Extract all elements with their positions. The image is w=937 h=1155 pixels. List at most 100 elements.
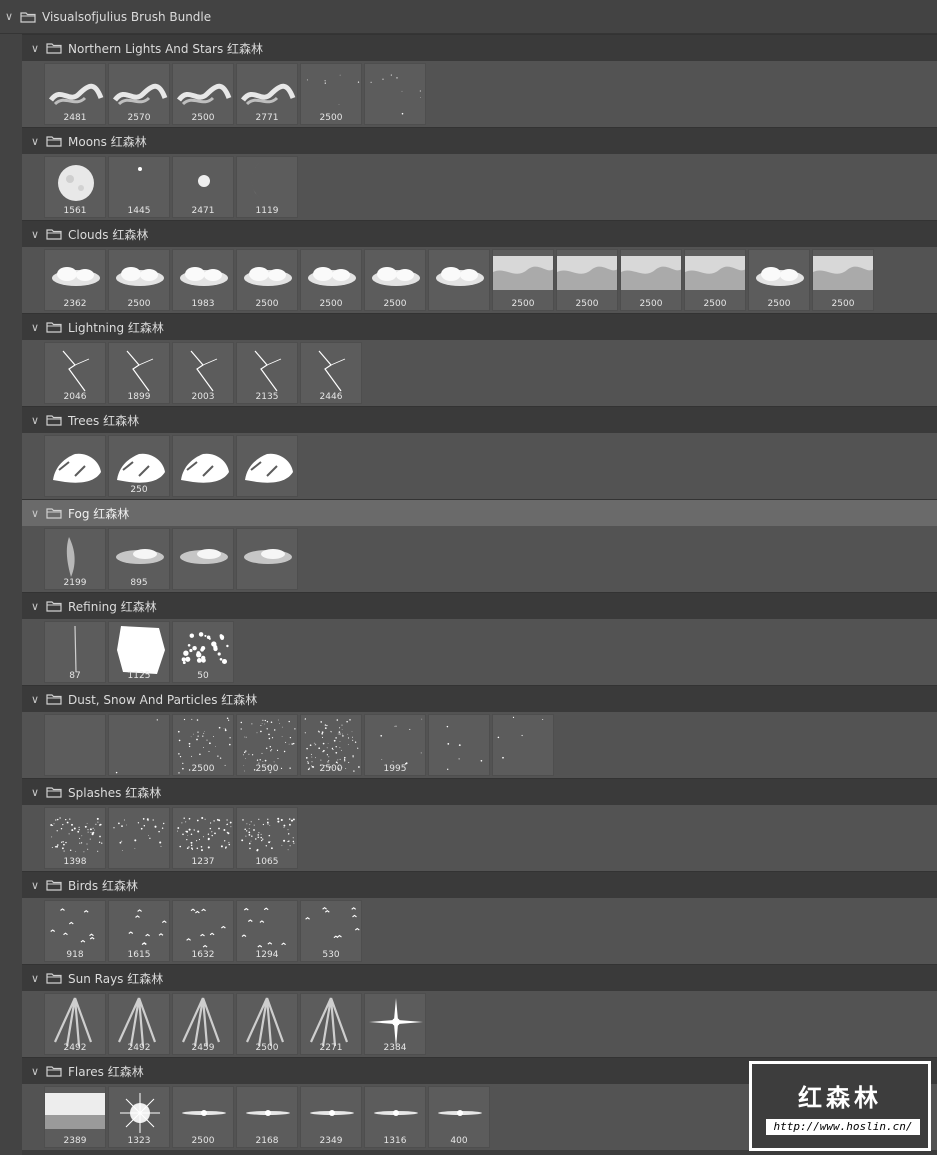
brush-preset-tile[interactable]: 1445	[108, 156, 170, 218]
chevron-down-icon[interactable]: ∨	[26, 135, 44, 148]
chevron-down-icon[interactable]: ∨	[26, 228, 44, 241]
group-header[interactable]: ∨ Sun Rays 红森林	[22, 964, 937, 991]
brush-preset-tile[interactable]: 1065	[236, 807, 298, 869]
brush-preset-tile[interactable]: 2500	[172, 714, 234, 776]
brush-preset-tile[interactable]: 2271	[300, 993, 362, 1055]
brush-preset-tile[interactable]: 2500	[108, 249, 170, 311]
brush-preset-tile[interactable]	[428, 714, 490, 776]
brush-preset-tile[interactable]: 87	[44, 621, 106, 683]
brush-size-label: 2199	[63, 578, 87, 588]
brush-size-label: 2349	[319, 1136, 343, 1146]
chevron-down-icon[interactable]: ∨	[26, 693, 44, 706]
chevron-down-icon[interactable]: ∨	[26, 414, 44, 427]
brush-preset-tile[interactable]: 400	[428, 1086, 490, 1148]
folder-icon	[46, 415, 62, 426]
chevron-down-icon[interactable]: ∨	[26, 507, 44, 520]
group-header[interactable]: ∨ Fog 红森林	[22, 499, 937, 526]
brush-preset-tile[interactable]: 2500	[812, 249, 874, 311]
brush-preset-tile[interactable]: 895	[108, 528, 170, 590]
brush-preset-tile[interactable]: 1237	[172, 807, 234, 869]
brush-preset-tile[interactable]: 1983	[172, 249, 234, 311]
brush-size-label: 1119	[255, 206, 279, 216]
brush-preset-tile[interactable]: 1316	[364, 1086, 426, 1148]
group-header[interactable]: ∨ Trees 红森林	[22, 406, 937, 433]
brush-preset-tile[interactable]: 2500	[236, 993, 298, 1055]
brush-preset-tile[interactable]: 2500	[300, 63, 362, 125]
brush-preset-tile[interactable]: 918	[44, 900, 106, 962]
brush-preset-tile[interactable]: 2500	[172, 1086, 234, 1148]
root-folder-row[interactable]: ∨ Visualsofjulius Brush Bundle	[0, 0, 937, 34]
chevron-down-icon[interactable]: ∨	[26, 321, 44, 334]
brush-preset-tile[interactable]	[172, 528, 234, 590]
chevron-down-icon[interactable]: ∨	[26, 42, 44, 55]
chevron-down-icon[interactable]: ∨	[26, 972, 44, 985]
group-header[interactable]: ∨ Clouds 红森林	[22, 220, 937, 247]
brush-size-label: 2500	[767, 299, 791, 309]
brush-preset-tile[interactable]: 1632	[172, 900, 234, 962]
group-header[interactable]: ∨ Splashes 红森林	[22, 778, 937, 805]
brush-preset-tile[interactable]	[492, 714, 554, 776]
brush-preset-tile[interactable]: 2570	[108, 63, 170, 125]
brush-preset-tile[interactable]	[236, 435, 298, 497]
chevron-down-icon[interactable]: ∨	[26, 1065, 44, 1078]
brush-preset-tile[interactable]	[108, 714, 170, 776]
brush-preset-tile[interactable]: 1125	[108, 621, 170, 683]
brush-preset-tile[interactable]: 1119	[236, 156, 298, 218]
brush-preset-tile[interactable]: 2349	[300, 1086, 362, 1148]
group-header[interactable]: ∨ Birds 红森林	[22, 871, 937, 898]
brush-preset-tile[interactable]: 2471	[172, 156, 234, 218]
brush-preset-tile[interactable]	[428, 249, 490, 311]
group-header[interactable]: ∨ Moons 红森林	[22, 127, 937, 154]
brush-preset-tile[interactable]: 2500	[172, 63, 234, 125]
brush-preset-tile[interactable]	[236, 528, 298, 590]
brush-preset-tile[interactable]: 2389	[44, 1086, 106, 1148]
brush-preset-tile[interactable]: 2492	[108, 993, 170, 1055]
brush-preset-tile[interactable]: 2771	[236, 63, 298, 125]
brush-preset-tile[interactable]: 2500	[492, 249, 554, 311]
brush-preset-tile[interactable]: 2046	[44, 342, 106, 404]
brush-preset-tile[interactable]: 1323	[108, 1086, 170, 1148]
chevron-down-icon[interactable]: ∨	[26, 879, 44, 892]
brush-preset-tile[interactable]: 2362	[44, 249, 106, 311]
brush-preset-tile[interactable]: 2500	[556, 249, 618, 311]
brush-preset-tile[interactable]: 250	[108, 435, 170, 497]
group-header[interactable]: ∨ Dust, Snow And Particles 红森林	[22, 685, 937, 712]
group-header[interactable]: ∨ Refining 红森林	[22, 592, 937, 619]
brush-preset-tile[interactable]: 2384	[364, 993, 426, 1055]
brush-preset-tile[interactable]: 2500	[748, 249, 810, 311]
brush-preset-tile[interactable]: 2003	[172, 342, 234, 404]
brush-preset-tile[interactable]: 2446	[300, 342, 362, 404]
chevron-down-icon[interactable]: ∨	[26, 786, 44, 799]
brush-preset-tile[interactable]: 530	[300, 900, 362, 962]
brush-preset-tile[interactable]: 1294	[236, 900, 298, 962]
brush-preset-tile[interactable]: 1899	[108, 342, 170, 404]
brush-preset-tile[interactable]: 2459	[172, 993, 234, 1055]
brush-preset-tile[interactable]: 2492	[44, 993, 106, 1055]
chevron-down-icon[interactable]: ∨	[26, 600, 44, 613]
brush-preset-tile[interactable]	[364, 63, 426, 125]
chevron-down-icon[interactable]: ∨	[0, 10, 18, 23]
brush-preset-tile[interactable]: 2500	[300, 249, 362, 311]
brush-preset-tile[interactable]: 2500	[236, 249, 298, 311]
brush-preset-tile[interactable]: 2199	[44, 528, 106, 590]
brush-preset-tile[interactable]: 1615	[108, 900, 170, 962]
brush-preset-tile[interactable]: 2481	[44, 63, 106, 125]
brush-preset-tile[interactable]	[172, 435, 234, 497]
group-header[interactable]: ∨ Northern Lights And Stars 红森林	[22, 34, 937, 61]
brush-preset-tile[interactable]: 2500	[236, 714, 298, 776]
brush-preset-tile[interactable]	[44, 714, 106, 776]
brush-preset-tile[interactable]: 2500	[620, 249, 682, 311]
brush-preset-tile[interactable]: 50	[172, 621, 234, 683]
brush-preset-tile[interactable]	[44, 435, 106, 497]
brush-preset-tile[interactable]: 1561	[44, 156, 106, 218]
brush-preset-tile[interactable]: 2500	[300, 714, 362, 776]
brush-preset-tile[interactable]: 2135	[236, 342, 298, 404]
brush-preset-tile[interactable]: 1398	[44, 807, 106, 869]
brush-preset-tile[interactable]: 2500	[684, 249, 746, 311]
brush-preset-tile[interactable]: 2500	[364, 249, 426, 311]
brush-preset-tile[interactable]: 1995	[364, 714, 426, 776]
brush-preset-tile[interactable]: 2168	[236, 1086, 298, 1148]
brush-thumbnail	[436, 267, 484, 286]
group-header[interactable]: ∨ Lightning 红森林	[22, 313, 937, 340]
brush-preset-tile[interactable]	[108, 807, 170, 869]
